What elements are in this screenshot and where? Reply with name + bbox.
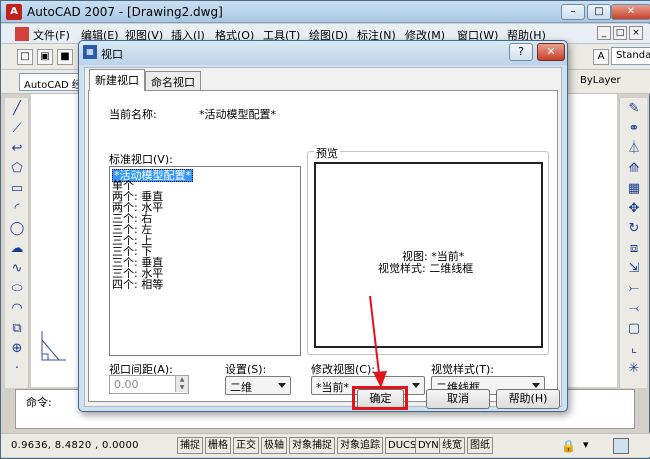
minimize-button[interactable]: – xyxy=(561,4,585,20)
document-icon xyxy=(15,27,29,41)
clean-screen-icon[interactable] xyxy=(613,438,629,454)
standard-viewports-label: 标准视口(V): xyxy=(109,153,173,166)
status-bar: 0.9636, 8.4820 , 0.0000 捕捉 栅格 正交 极轴 对象捕捉… xyxy=(1,433,650,457)
mirror-icon[interactable]: ⏃ xyxy=(625,140,643,158)
lock-icon[interactable]: 🔒 xyxy=(561,439,576,453)
erase-icon[interactable]: ✎ xyxy=(625,100,643,118)
viewports-dialog: ▦ 视口 ? ✕ 新建视口 命名视口 当前名称: *活动模型配置* 标准视口(V… xyxy=(78,40,568,412)
polar-toggle[interactable]: 极轴 xyxy=(261,437,287,454)
grid-toggle[interactable]: 栅格 xyxy=(205,437,231,454)
maximize-button[interactable]: □ xyxy=(587,4,611,20)
modify-toolbar: ✎ ⚭ ⏃ ⟰ ▦ ✥ ↻ ⧈ ⇲ ⤚ ⤙ ▢ ⌞ ✳ xyxy=(619,98,647,388)
make-block-icon[interactable]: ⊕ xyxy=(8,340,26,358)
mdi-maximize-button[interactable]: □ xyxy=(613,26,627,40)
chevron-down-icon xyxy=(532,383,540,388)
spin-up-icon[interactable]: ▲ xyxy=(175,376,188,384)
paper-toggle[interactable]: 图纸 xyxy=(467,437,493,454)
osnap-toggle[interactable]: 对象捕捉 xyxy=(289,437,335,454)
dialog-help-button[interactable]: ? xyxy=(509,43,533,61)
rectangle-icon[interactable]: ▭ xyxy=(8,180,26,198)
chevron-down-icon xyxy=(412,383,420,388)
move-icon[interactable]: ✥ xyxy=(625,200,643,218)
window-title: AutoCAD 2007 - [Drawing2.dwg] xyxy=(27,5,223,19)
copy-icon[interactable]: ⚭ xyxy=(625,120,643,138)
arc-icon[interactable]: ◜ xyxy=(8,200,26,218)
text-style-combo[interactable]: Standa xyxy=(611,47,650,65)
workspace-combo[interactable]: AutoCAD 经典 xyxy=(19,73,79,91)
viewport-spacing-input[interactable]: 0.00 ▲ ▼ xyxy=(109,375,189,394)
break-icon[interactable]: ▢ xyxy=(625,320,643,338)
otrack-toggle[interactable]: 对象追踪 xyxy=(337,437,383,454)
polygon-icon[interactable]: ⬠ xyxy=(8,160,26,178)
dialog-title-bar: ▦ 视口 ? ✕ xyxy=(79,41,567,65)
chevron-down-icon xyxy=(278,383,286,388)
change-view-label: 修改视图(C): xyxy=(311,363,375,376)
dropdown-arrow-icon[interactable]: ▾ xyxy=(583,438,597,452)
dialog-close-button[interactable]: ✕ xyxy=(537,43,565,61)
point-icon[interactable]: · xyxy=(8,360,26,378)
ok-highlight-box xyxy=(352,386,408,410)
draw-toolbar: ╱ ⟋ ↩ ⬠ ▭ ◜ ◯ ☁ ∿ ⬭ ◠ ⧉ ⊕ · xyxy=(5,98,29,388)
change-view-value: *当前* xyxy=(316,381,349,394)
menu-file[interactable]: 文件(F) xyxy=(33,27,70,43)
preview-label: 预览 xyxy=(314,145,340,161)
help-button[interactable]: 帮助(H) xyxy=(496,389,560,409)
text-style-icon[interactable]: A xyxy=(593,49,609,65)
circle-icon[interactable]: ◯ xyxy=(8,220,26,238)
preview-pane: 视图: *当前* 视觉样式: 二维线框 xyxy=(314,162,543,348)
array-icon[interactable]: ▦ xyxy=(625,180,643,198)
autocad-logo-icon: A xyxy=(6,4,22,20)
open-file-icon[interactable]: ▣ xyxy=(37,49,53,65)
dialog-body: 新建视口 命名视口 当前名称: *活动模型配置* 标准视口(V): *活动模型配… xyxy=(84,67,562,407)
mdi-close-button[interactable]: × xyxy=(629,26,643,40)
extend-icon[interactable]: ⤙ xyxy=(625,300,643,318)
setup-select[interactable]: 二维 xyxy=(225,376,291,395)
command-prompt: 命令: xyxy=(26,396,52,409)
title-bar: A AutoCAD 2007 - [Drawing2.dwg] – □ ✕ xyxy=(1,1,650,23)
list-item[interactable]: 四个: 相等 xyxy=(112,279,163,290)
close-button[interactable]: ✕ xyxy=(611,4,650,20)
save-icon[interactable]: ■ xyxy=(57,49,73,65)
current-name-value: *活动模型配置* xyxy=(199,108,276,121)
dyn-toggle[interactable]: DYN xyxy=(415,437,442,454)
preview-style-text: 视觉样式: 二维线框 xyxy=(378,262,474,275)
rotate-icon[interactable]: ↻ xyxy=(625,220,643,238)
trim-icon[interactable]: ⤚ xyxy=(625,280,643,298)
scale-icon[interactable]: ⧈ xyxy=(625,240,643,258)
spline-icon[interactable]: ∿ xyxy=(8,260,26,278)
tab-panel: 当前名称: *活动模型配置* 标准视口(V): *活动模型配置* 单个 两个: … xyxy=(88,90,558,402)
construction-line-icon[interactable]: ⟋ xyxy=(8,120,26,138)
tab-named-viewports[interactable]: 命名视口 xyxy=(145,71,201,90)
ellipse-icon[interactable]: ⬭ xyxy=(8,280,26,298)
preview-group: 预览 视图: *当前* 视觉样式: 二维线框 xyxy=(307,145,549,355)
viewport-icon: ▦ xyxy=(83,45,97,59)
ellipse-arc-icon[interactable]: ◠ xyxy=(8,300,26,318)
standard-viewports-list[interactable]: *活动模型配置* 单个 两个: 垂直 两个: 水平 三个: 右 三个: 左 三个… xyxy=(109,166,301,356)
setup-value: 二维 xyxy=(230,381,252,394)
spin-down-icon[interactable]: ▼ xyxy=(175,384,188,392)
dialog-title: 视口 xyxy=(101,48,123,61)
coordinate-readout: 0.9636, 8.4820 , 0.0000 xyxy=(11,440,139,451)
current-name-label: 当前名称: xyxy=(109,108,157,121)
visual-style-label: 视觉样式(T): xyxy=(431,363,495,376)
ucs-icon xyxy=(41,331,66,361)
line-icon[interactable]: ╱ xyxy=(8,100,26,118)
cloud-icon[interactable]: ☁ xyxy=(8,240,26,258)
polyline-icon[interactable]: ↩ xyxy=(8,140,26,158)
tab-new-viewports[interactable]: 新建视口 xyxy=(89,69,145,91)
insert-block-icon[interactable]: ⧉ xyxy=(8,320,26,338)
ortho-toggle[interactable]: 正交 xyxy=(233,437,259,454)
cancel-button[interactable]: 取消 xyxy=(426,389,490,409)
setup-label: 设置(S): xyxy=(225,363,267,376)
new-file-icon[interactable]: □ xyxy=(17,49,33,65)
lineweight-combo[interactable]: ByLayer xyxy=(576,73,648,91)
lineweight-toggle[interactable]: 线宽 xyxy=(439,437,465,454)
snap-toggle[interactable]: 捕捉 xyxy=(177,437,203,454)
stretch-icon[interactable]: ⇲ xyxy=(625,260,643,278)
explode-icon[interactable]: ✳ xyxy=(625,360,643,378)
viewport-spacing-value: 0.00 xyxy=(114,378,139,391)
offset-icon[interactable]: ⟰ xyxy=(625,160,643,178)
chamfer-icon[interactable]: ⌞ xyxy=(625,340,643,358)
mdi-minimize-button[interactable]: _ xyxy=(597,26,611,40)
